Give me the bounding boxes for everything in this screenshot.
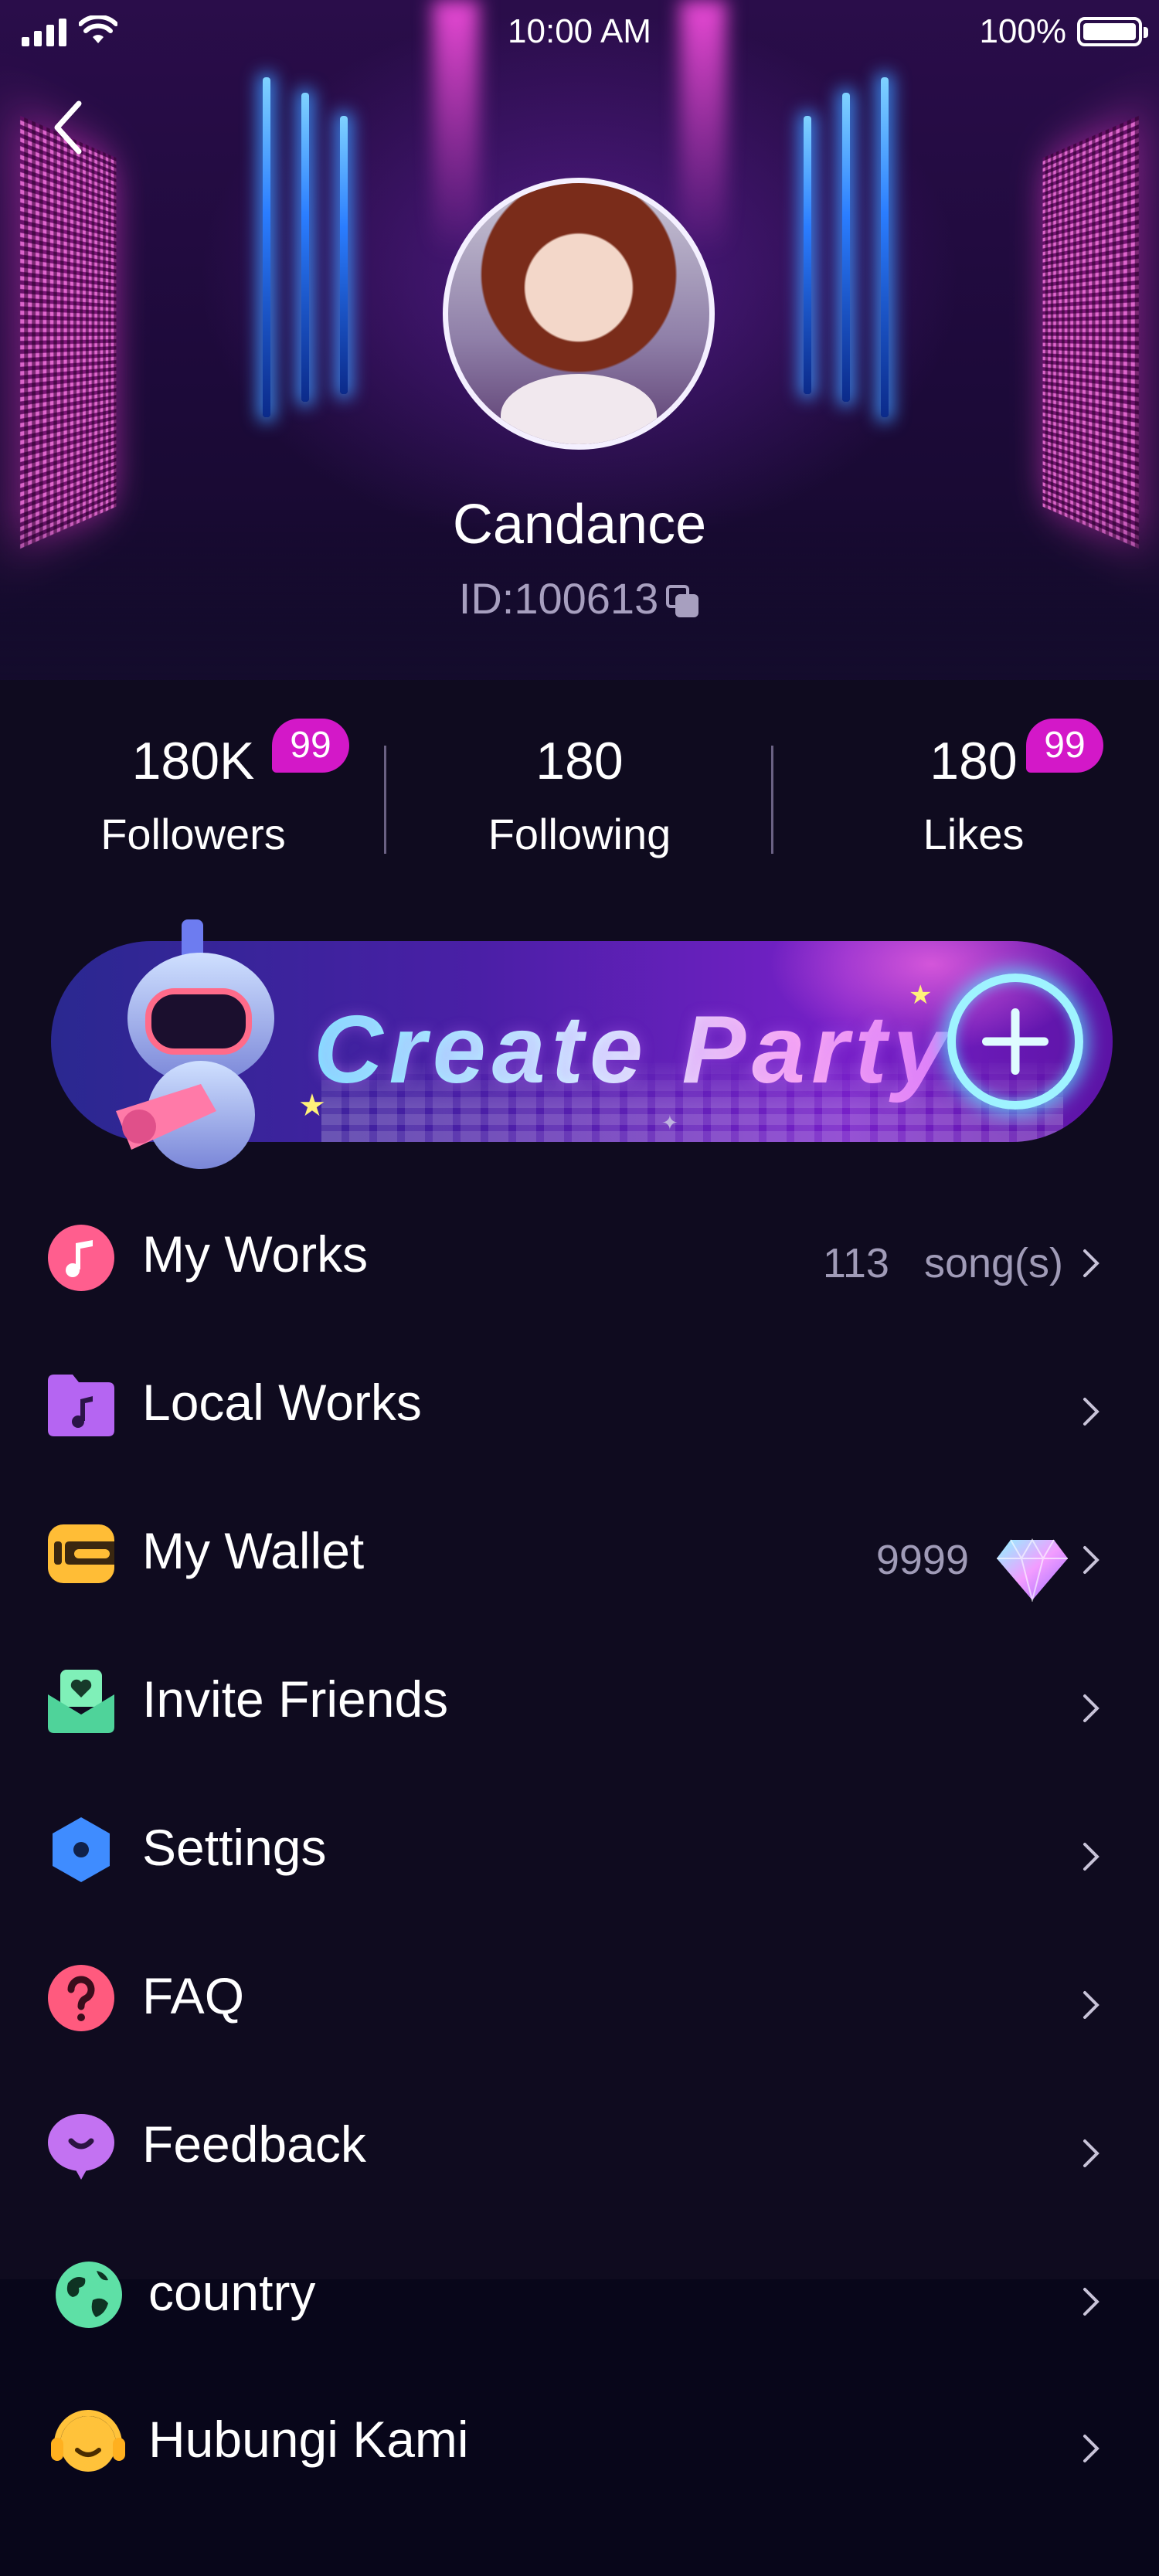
chevron-right-icon bbox=[1083, 1249, 1100, 1277]
blue-neon-bar bbox=[263, 77, 270, 417]
chevron-right-icon bbox=[1083, 2288, 1100, 2316]
stat-label: Following bbox=[488, 810, 671, 858]
menu-item-label: My Works bbox=[142, 1225, 369, 1283]
blue-neon-bar bbox=[804, 116, 811, 394]
works-count: 113 song(s) bbox=[822, 1240, 1063, 1286]
menu-item-label: My Wallet bbox=[142, 1522, 365, 1579]
status-bar: 10:00 AM 100% bbox=[0, 0, 1159, 65]
menu-item-label: Local Works bbox=[142, 1374, 422, 1431]
menu-item-label: Feedback bbox=[142, 2116, 366, 2173]
stat-following[interactable]: 180 Following bbox=[464, 719, 695, 865]
likes-badge: 99 bbox=[1026, 719, 1103, 773]
menu-item-contact-us[interactable]: Hubungi Kami bbox=[0, 2387, 1159, 2479]
stat-divider bbox=[384, 746, 386, 854]
sparkle-icon: ✦ bbox=[661, 1111, 678, 1134]
globe-icon bbox=[56, 2262, 122, 2328]
chevron-right-icon bbox=[1083, 1398, 1100, 1426]
music-note-icon bbox=[48, 1225, 114, 1291]
menu-item-feedback[interactable]: Feedback bbox=[0, 2092, 1159, 2184]
stat-divider bbox=[771, 746, 773, 854]
menu-item-local-works[interactable]: Local Works bbox=[0, 1350, 1159, 1443]
menu-item-label: Settings bbox=[142, 1819, 327, 1876]
settings-hexagon-icon bbox=[53, 1817, 110, 1882]
back-arrow-icon[interactable] bbox=[43, 93, 90, 162]
neon-panel-left bbox=[20, 115, 117, 549]
chevron-right-icon bbox=[1083, 1546, 1100, 1574]
invite-heart-icon bbox=[48, 1670, 114, 1733]
menu-item-label: FAQ bbox=[142, 1967, 245, 2024]
profile-id: ID:100613 bbox=[458, 574, 659, 623]
chevron-right-icon bbox=[1083, 2435, 1100, 2462]
profile-id-row: ID:100613 bbox=[0, 573, 1159, 624]
wallet-icon bbox=[48, 1524, 114, 1583]
menu-item-country[interactable]: country bbox=[0, 2240, 1159, 2333]
avatar[interactable] bbox=[443, 178, 715, 450]
music-folder-icon bbox=[48, 1375, 114, 1436]
battery-percent: 100% bbox=[979, 12, 1066, 50]
blue-neon-bar bbox=[301, 93, 309, 402]
headset-icon bbox=[51, 2410, 125, 2472]
stats-row: 180K Followers 99 180 Following 180 Like… bbox=[0, 719, 1159, 873]
blue-neon-bar bbox=[881, 77, 889, 417]
battery-icon bbox=[1077, 17, 1148, 46]
robot-mascot-icon bbox=[116, 919, 274, 1169]
blue-neon-bar bbox=[340, 116, 348, 394]
stat-label: Likes bbox=[923, 810, 1025, 858]
blue-neon-bar bbox=[842, 93, 850, 402]
profile-name: Candance bbox=[452, 494, 707, 556]
menu-item-settings[interactable]: Settings bbox=[0, 1795, 1159, 1888]
stat-value: 180 bbox=[535, 732, 624, 790]
copy-icon[interactable] bbox=[666, 585, 700, 619]
menu-item-label: country bbox=[148, 2264, 316, 2321]
neon-panel-right bbox=[1042, 115, 1139, 549]
menu-item-invite-friends[interactable]: Invite Friends bbox=[0, 1647, 1159, 1739]
chevron-right-icon bbox=[1083, 1991, 1100, 2019]
chevron-right-icon bbox=[1083, 2139, 1100, 2167]
question-icon bbox=[48, 1965, 114, 2031]
menu-item-label: Invite Friends bbox=[142, 1670, 449, 1728]
feedback-bubble-icon bbox=[48, 2114, 114, 2180]
menu-item-my-wallet[interactable]: My Wallet 9999 bbox=[0, 1498, 1159, 1602]
chevron-right-icon bbox=[1083, 1843, 1100, 1871]
plus-circle-icon[interactable] bbox=[947, 974, 1083, 1110]
create-party-label: Create Party bbox=[314, 997, 953, 1103]
followers-badge: 99 bbox=[272, 719, 349, 773]
menu-item-label: Hubungi Kami bbox=[148, 2411, 469, 2468]
wallet-balance: 9999 bbox=[875, 1537, 969, 1583]
menu-item-my-works[interactable]: My Works 113 song(s) bbox=[0, 1201, 1159, 1294]
diamond-icon bbox=[997, 1538, 1068, 1602]
chevron-right-icon bbox=[1083, 1694, 1100, 1722]
menu-item-faq[interactable]: FAQ bbox=[0, 1943, 1159, 2036]
stat-label: Followers bbox=[100, 810, 286, 858]
status-right: 100% bbox=[979, 12, 1148, 51]
